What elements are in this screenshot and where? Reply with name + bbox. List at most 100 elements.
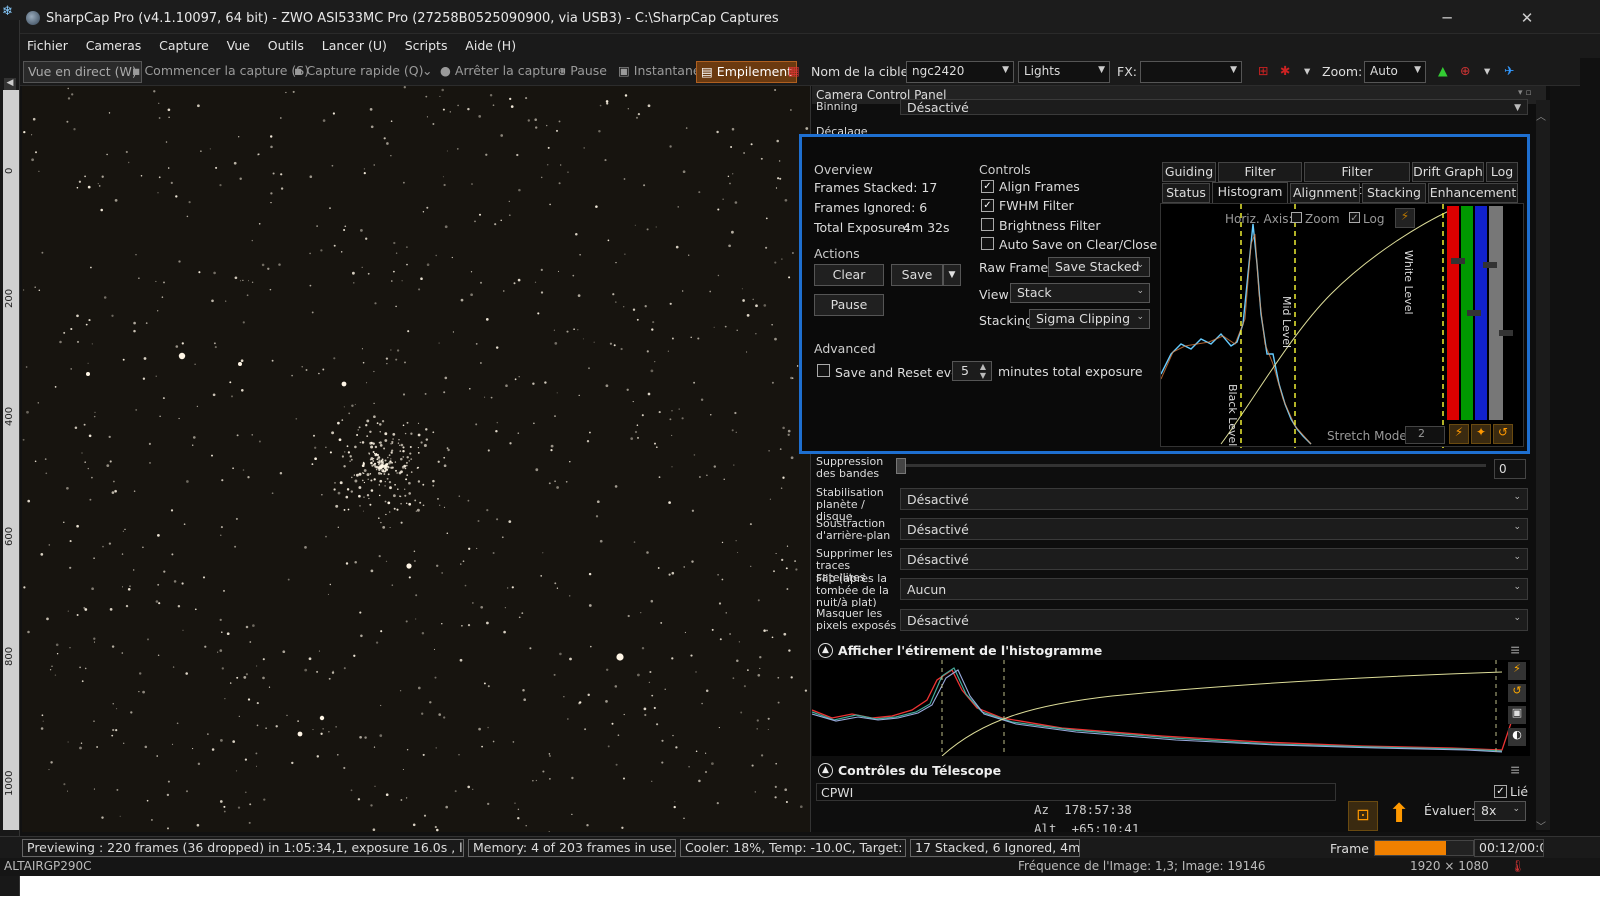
- save-reset-minutes-input[interactable]: 5 ▲ ▼: [952, 361, 992, 381]
- park-icon[interactable]: ⊡: [1348, 801, 1378, 831]
- fx-select[interactable]: ▼: [1140, 61, 1242, 83]
- flip-select[interactable]: Aucun ⌄: [900, 578, 1528, 600]
- scroll-down-icon[interactable]: ﹀: [1536, 818, 1546, 833]
- clear-button[interactable]: Clear: [814, 264, 884, 286]
- red-level-bar[interactable]: [1447, 206, 1459, 420]
- zoom-select[interactable]: Auto ▼: [1364, 61, 1426, 83]
- pause-stack-button[interactable]: Pause: [814, 294, 884, 316]
- panel-menu-icon[interactable]: ▾ ▫: [1518, 88, 1531, 98]
- section-menu-icon[interactable]: ≡: [1510, 642, 1520, 657]
- auto-save-checkbox[interactable]: [981, 237, 994, 250]
- snapshot-button[interactable]: ▣ Instantané: [614, 61, 705, 83]
- stack-histogram[interactable]: Horiz. Axis: Zoom ✓ Log ⚡ White Level Mi…: [1160, 203, 1524, 448]
- hot-pixel-icon[interactable]: ✱: [1276, 61, 1294, 83]
- contrast-icon[interactable]: ◐: [1508, 728, 1526, 746]
- level-handle[interactable]: [1483, 262, 1497, 268]
- banding-slider-track[interactable]: [900, 464, 1486, 467]
- frame-type-select[interactable]: Lights ▼: [1018, 61, 1110, 83]
- tab-histogram[interactable]: Histogram: [1212, 182, 1288, 204]
- menu-fichier[interactable]: Fichier: [20, 34, 75, 57]
- telescope-controls-header[interactable]: ▲ Contrôles du Télescope ≡: [812, 760, 1530, 780]
- banding-value-input[interactable]: 0: [1494, 459, 1526, 479]
- tab-filter-fwhm[interactable]: Filter (FWHM): [1218, 162, 1302, 197]
- spinner-icon[interactable]: ▲ ▼: [980, 362, 986, 380]
- more-dropdown[interactable]: ▾: [1480, 61, 1494, 83]
- auto-stretch-icon[interactable]: ⚡: [1395, 208, 1415, 228]
- histogram-icon[interactable]: ▲: [1434, 61, 1452, 83]
- background-subtraction-label: Soustraction d'arrière-plan: [816, 517, 891, 542]
- collapse-icon[interactable]: ▲: [818, 643, 833, 658]
- reset-icon[interactable]: ↺: [1493, 424, 1513, 444]
- menu-scripts[interactable]: Scripts: [398, 34, 455, 57]
- menu-aide[interactable]: Aide (H): [458, 34, 523, 57]
- tab-alignment[interactable]: Alignment: [1290, 183, 1360, 203]
- hist-log-checkbox[interactable]: ✓: [1349, 212, 1360, 224]
- binning-select[interactable]: Désactivé ▼: [900, 99, 1528, 115]
- stretch-mode-input[interactable]: 2: [1405, 426, 1445, 444]
- mask-pixels-select[interactable]: Désactivé ⌄: [900, 609, 1528, 631]
- tab-drift-graph[interactable]: Drift Graph: [1412, 162, 1484, 182]
- frame-type-value: Lights: [1024, 64, 1061, 78]
- fwhm-filter-checkbox[interactable]: ✓: [981, 199, 994, 212]
- scroll-up-icon[interactable]: ︿: [1536, 108, 1546, 123]
- reticle-icon[interactable]: ⊞: [1254, 61, 1272, 83]
- save-button[interactable]: Save: [891, 264, 943, 286]
- stop-capture-button[interactable]: ● Arrêter la capture: [436, 61, 570, 83]
- close-button[interactable]: ✕: [1512, 6, 1542, 30]
- luminance-level-bar[interactable]: [1489, 206, 1503, 420]
- level-handle[interactable]: [1467, 310, 1481, 316]
- hist-zoom-checkbox[interactable]: [1291, 212, 1302, 223]
- bottom-info-bar: ALTAIRGP290C Fréquence de l'Image: 1,3; …: [0, 858, 1600, 876]
- histogram-stretch-header[interactable]: ▲ Afficher l'étirement de l'histogramme …: [812, 640, 1530, 660]
- collapse-icon[interactable]: ▲: [818, 763, 833, 778]
- satellite-trails-select[interactable]: Désactivé ⌄: [900, 548, 1528, 570]
- satellite-icon[interactable]: ✈: [1500, 61, 1518, 83]
- target-dropdown-caret[interactable]: ▼: [1002, 65, 1009, 75]
- banding-slider-thumb[interactable]: [896, 458, 906, 474]
- align-frames-checkbox[interactable]: ✓: [981, 180, 994, 193]
- stacking-select[interactable]: Sigma Clipping ⌄: [1029, 309, 1150, 329]
- menu-outils[interactable]: Outils: [261, 34, 311, 57]
- background-subtraction-select[interactable]: Désactivé ⌄: [900, 518, 1528, 540]
- lightning-icon[interactable]: ⚡: [1449, 424, 1469, 444]
- tab-enhancement[interactable]: Enhancement: [1428, 183, 1518, 203]
- histogram-stretch-plot[interactable]: ⚡ ↺ ▣ ◐: [811, 660, 1530, 757]
- menu-lancer[interactable]: Lancer (U): [315, 34, 394, 57]
- save-reset-checkbox[interactable]: [817, 364, 830, 377]
- tab-stacking[interactable]: Stacking: [1362, 183, 1426, 203]
- tab-filter-brightness[interactable]: Filter (Brightness): [1304, 162, 1410, 197]
- tools-dropdown[interactable]: ▾: [1300, 61, 1314, 83]
- pause-button[interactable]: ⏸ Pause: [556, 61, 611, 83]
- move-up-icon[interactable]: ⬆: [1382, 799, 1416, 832]
- tab-status[interactable]: Status: [1162, 183, 1210, 203]
- auto-stretch-button[interactable]: ⚡: [1508, 662, 1526, 680]
- quick-capture-dropdown[interactable]: ⌄: [418, 61, 436, 83]
- menu-capture[interactable]: Capture: [152, 34, 216, 57]
- linked-checkbox[interactable]: ✓: [1494, 785, 1507, 798]
- level-handle[interactable]: [1451, 258, 1465, 264]
- rate-select[interactable]: 8x ⌄: [1474, 801, 1526, 821]
- brightness-filter-checkbox[interactable]: [981, 218, 994, 231]
- live-stack-button[interactable]: ▤ Empilement: [696, 61, 798, 83]
- live-view-button[interactable]: Vue en direct (W): [23, 61, 142, 83]
- menu-cameras[interactable]: Cameras: [79, 34, 149, 57]
- panel-scrollbar[interactable]: [1536, 100, 1550, 830]
- start-capture-button[interactable]: ▪ Commencer la capture (S): [128, 61, 313, 83]
- level-handle[interactable]: [1499, 330, 1513, 336]
- reset-stretch-button[interactable]: ↺: [1508, 684, 1526, 702]
- menu-vue[interactable]: Vue: [220, 34, 257, 57]
- save-icon[interactable]: ▣: [1508, 706, 1526, 724]
- tab-log[interactable]: Log: [1486, 162, 1518, 182]
- tab-guiding[interactable]: Guiding: [1162, 162, 1216, 182]
- target-name-input[interactable]: ngc2420 ▼: [906, 61, 1014, 83]
- quick-capture-button[interactable]: ▪ Capture rapide (Q): [290, 61, 428, 83]
- stabilisation-select[interactable]: Désactivé ⌄: [900, 488, 1528, 510]
- magnifier-icon[interactable]: ⊕: [1456, 61, 1474, 83]
- save-dropdown[interactable]: ▼: [943, 264, 961, 286]
- section-menu-icon[interactable]: ≡: [1510, 762, 1520, 777]
- star-icon[interactable]: ✦: [1471, 424, 1491, 444]
- image-viewport[interactable]: [22, 86, 810, 832]
- view-select[interactable]: Stack ⌄: [1010, 283, 1150, 303]
- minimize-button[interactable]: ─: [1432, 6, 1462, 30]
- raw-frames-select[interactable]: Save Stacked ⌄: [1048, 257, 1150, 277]
